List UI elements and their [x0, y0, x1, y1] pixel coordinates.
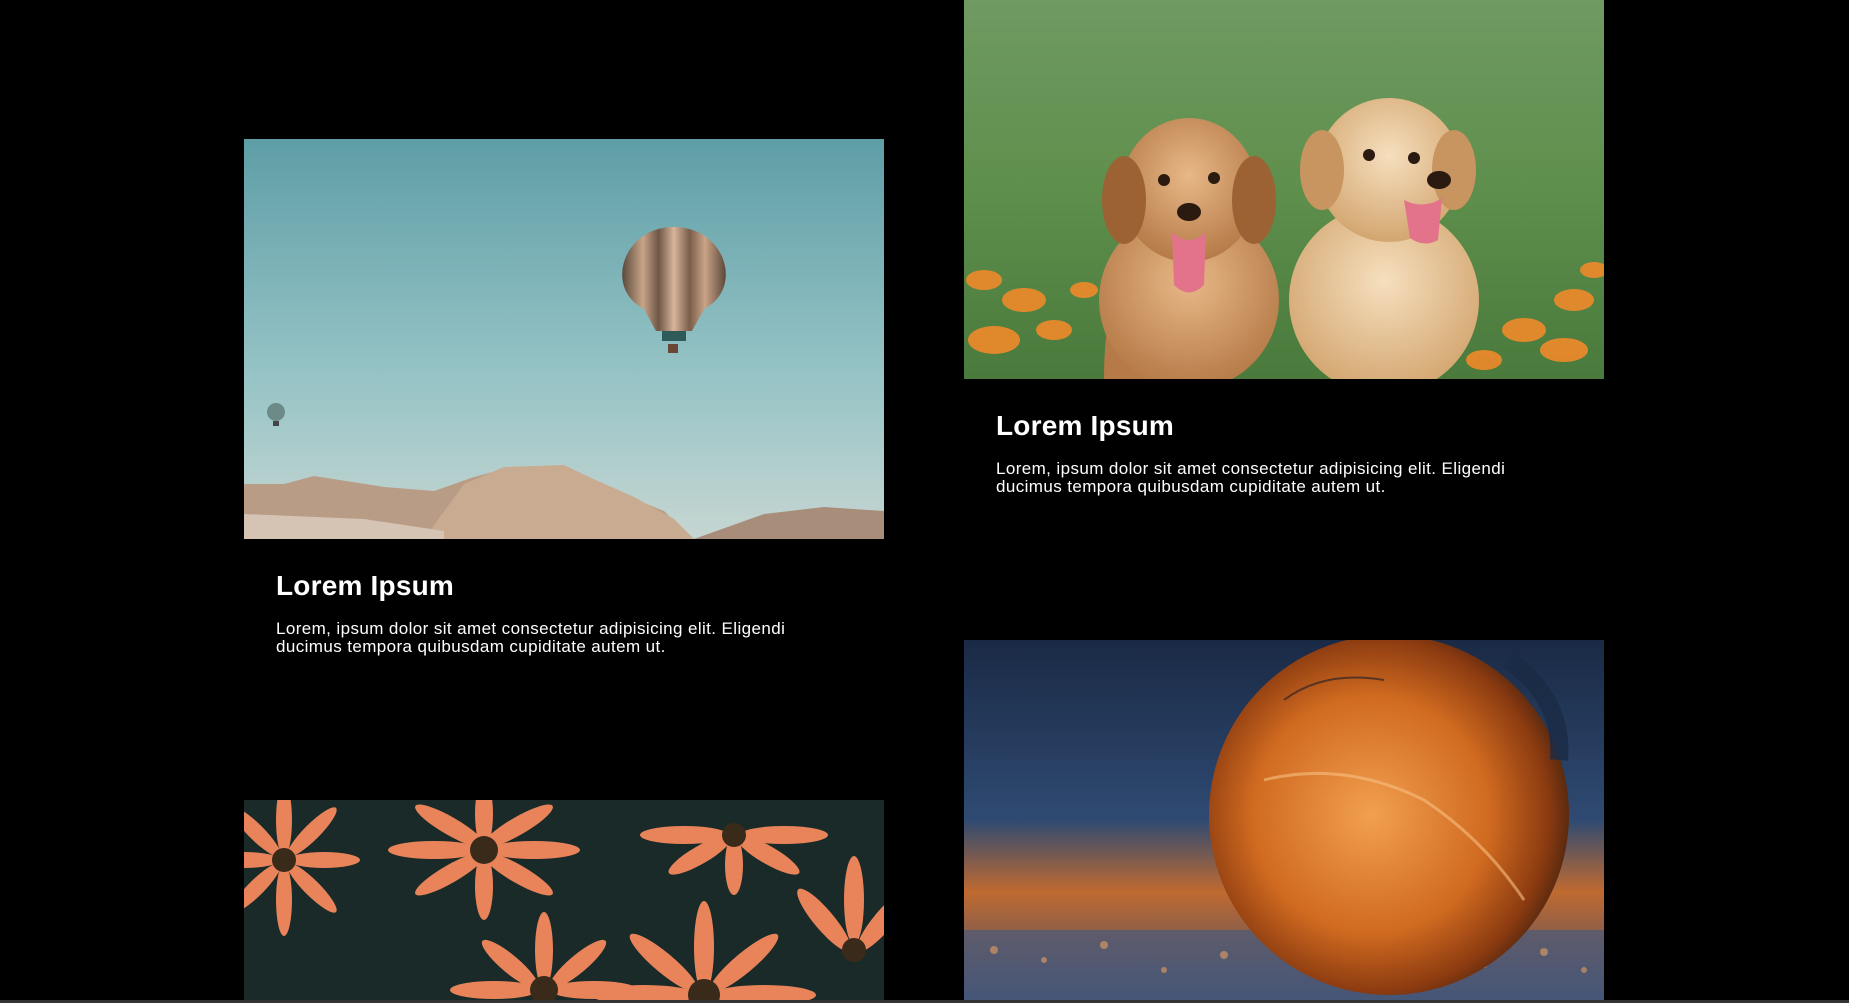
card-description: Lorem, ipsum dolor sit amet consectetur …	[996, 459, 1506, 496]
card-text-balloons: Lorem Ipsum Lorem, ipsum dolor sit amet …	[276, 570, 836, 656]
card-image-puppies	[964, 0, 1604, 379]
card-image-balloons	[244, 139, 884, 539]
card-image-bubble	[964, 640, 1604, 1000]
page: Lorem Ipsum Lorem, ipsum dolor sit amet …	[0, 0, 1849, 1003]
card-image-flowers	[244, 800, 884, 1000]
balloon-landscape-image	[244, 139, 884, 539]
puppies-image	[964, 0, 1604, 379]
card-title: Lorem Ipsum	[996, 410, 1175, 441]
card-description: Lorem, ipsum dolor sit amet consectetur …	[276, 619, 786, 656]
card-text-puppies: Lorem Ipsum Lorem, ipsum dolor sit amet …	[996, 410, 1556, 496]
card-title: Lorem Ipsum	[276, 570, 455, 601]
flowers-image	[244, 800, 884, 1000]
frozen-bubble-image	[964, 640, 1604, 1000]
